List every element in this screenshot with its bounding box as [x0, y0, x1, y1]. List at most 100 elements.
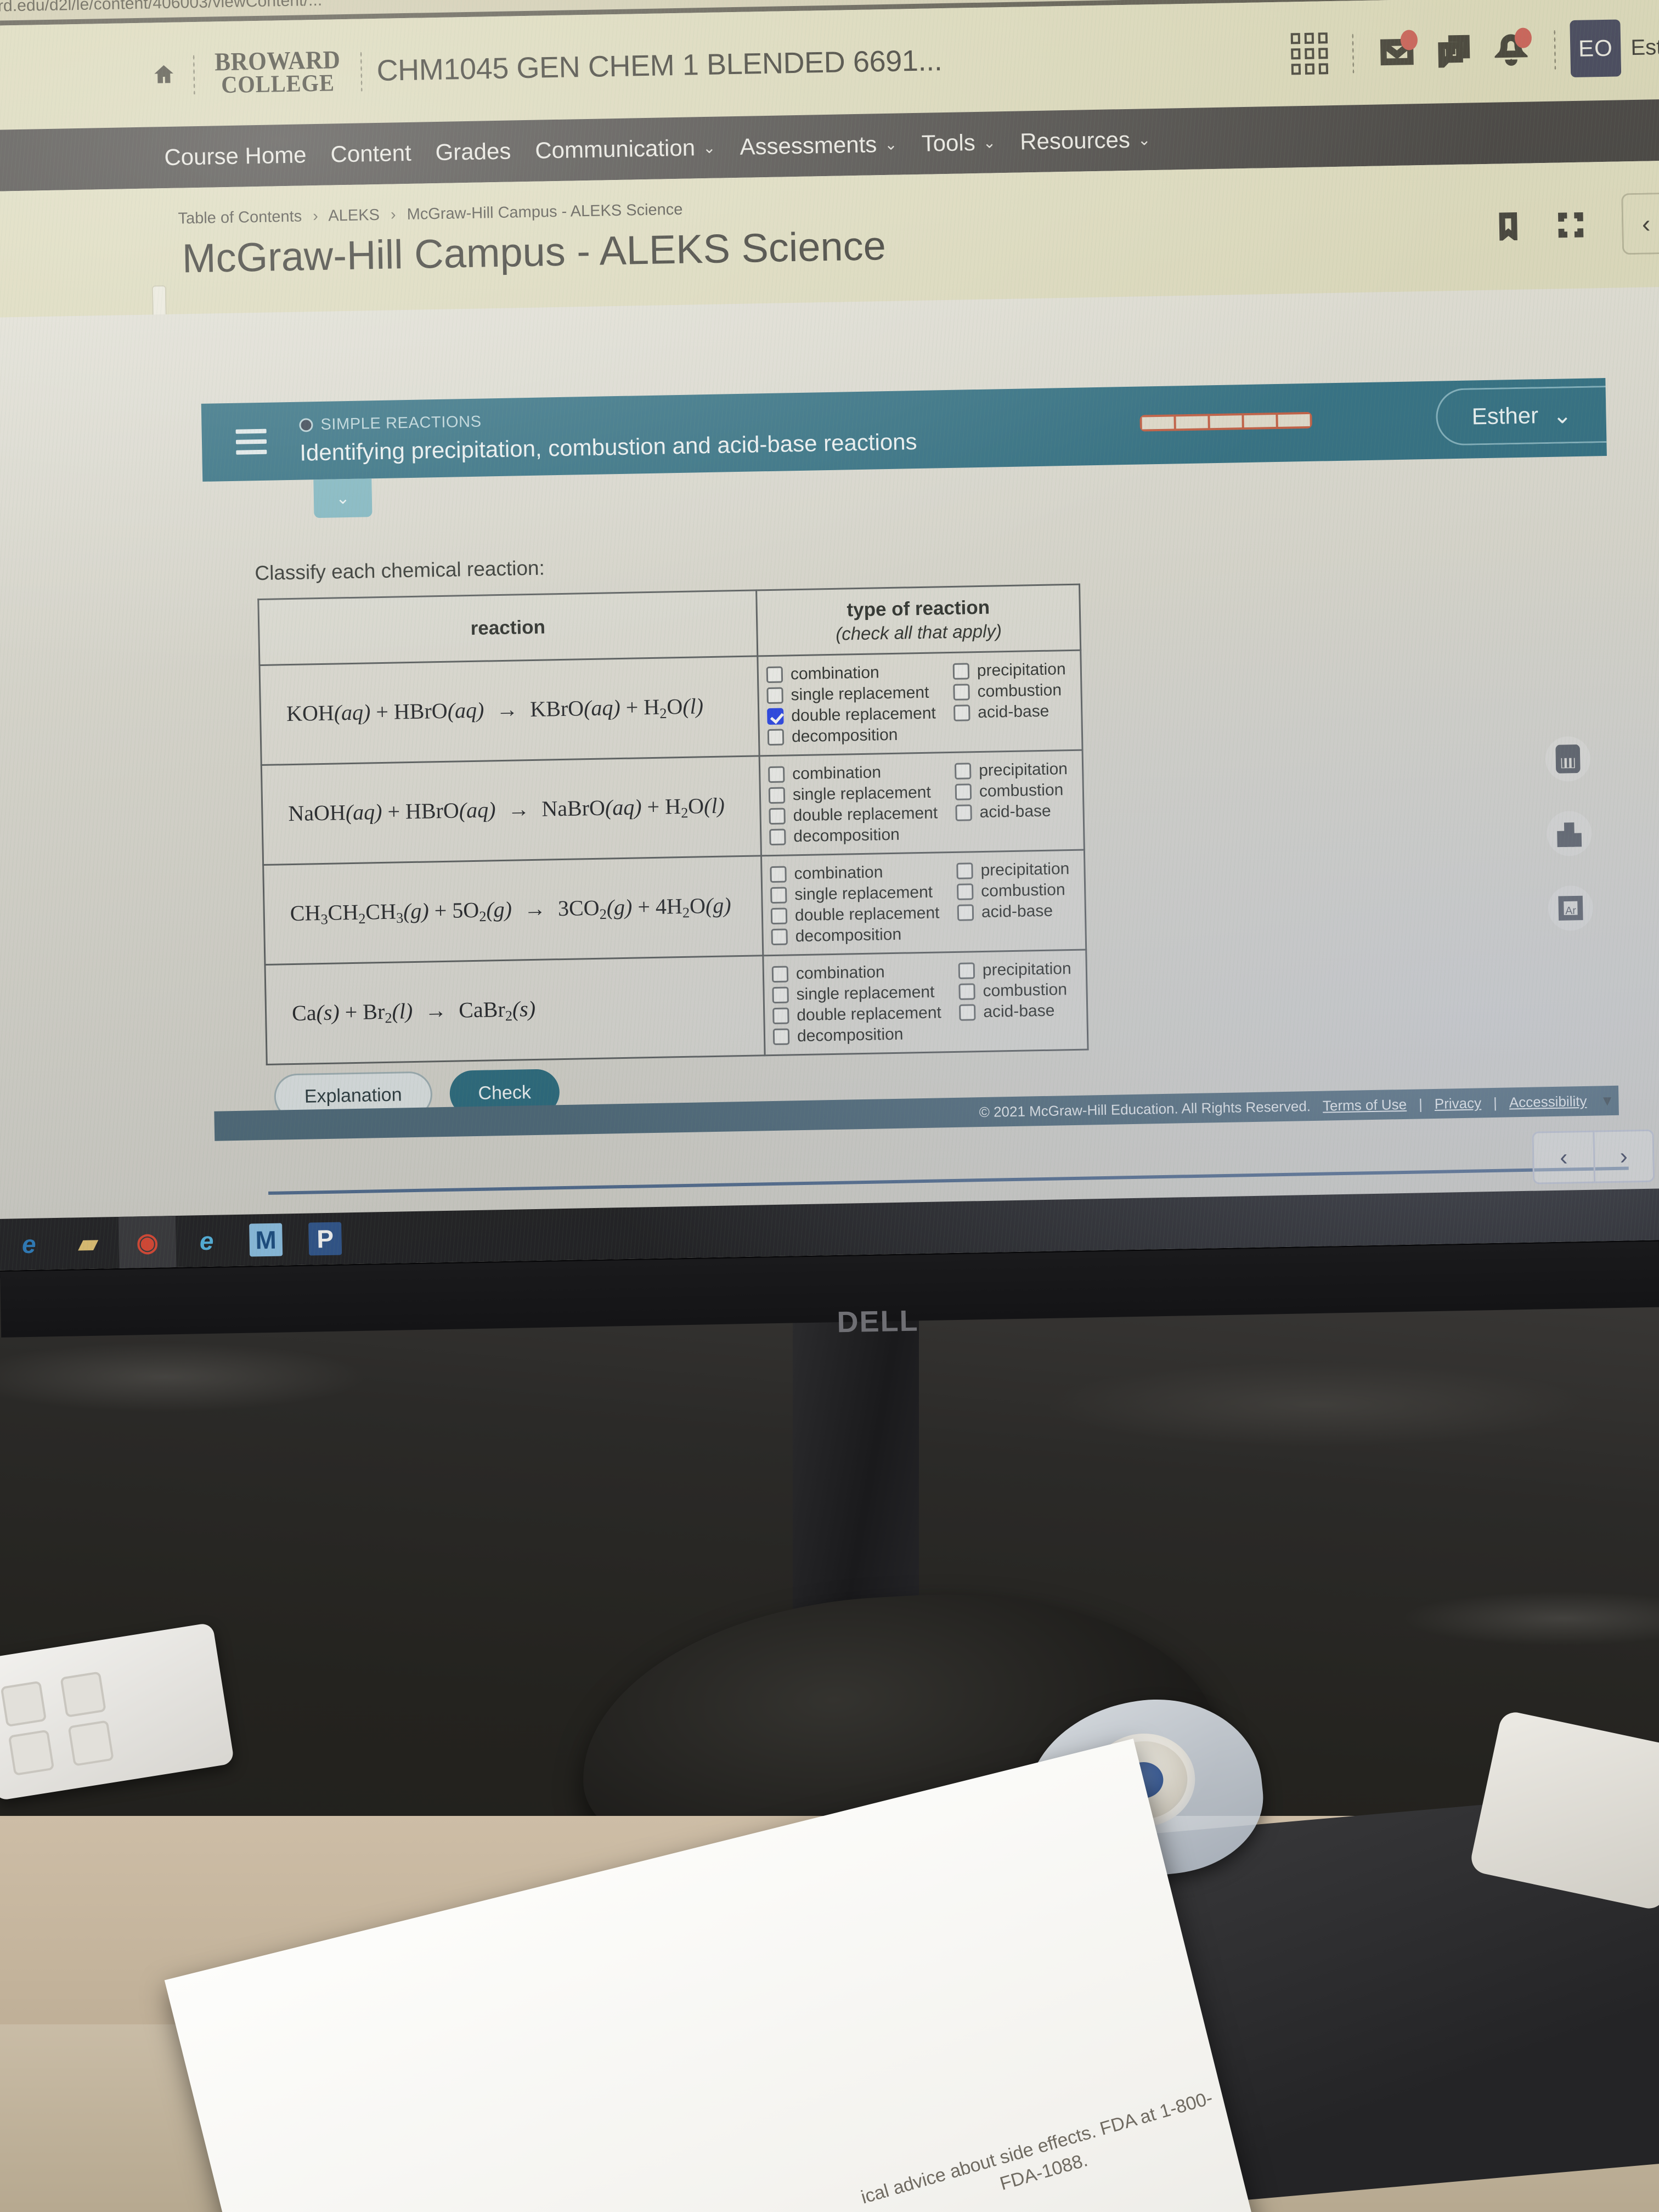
- checkbox-single-replacement[interactable]: [766, 687, 783, 704]
- checkbox-double-replacement[interactable]: [772, 1007, 789, 1024]
- nav-grades[interactable]: Grades: [435, 138, 511, 166]
- checkbox-option-decomposition-row1[interactable]: decomposition: [767, 724, 955, 746]
- bar-chart-icon[interactable]: [1546, 810, 1593, 857]
- expand-toggle-icon[interactable]: ⌄: [313, 478, 373, 518]
- checkbox-acid-base[interactable]: [959, 1003, 976, 1021]
- publisher-app-icon[interactable]: P: [296, 1212, 354, 1265]
- checkbox-double-replacement[interactable]: [767, 708, 784, 725]
- nav-assessments[interactable]: Assessments ⌄: [740, 131, 898, 160]
- nav-tools[interactable]: Tools ⌄: [921, 129, 996, 156]
- aleks-user-menu[interactable]: Esther ⌄: [1435, 386, 1607, 446]
- checkbox-option-combustion-row3[interactable]: combustion: [956, 880, 1078, 901]
- checkbox-single-replacement[interactable]: [770, 887, 787, 904]
- next-page-button[interactable]: ›: [1593, 1131, 1654, 1182]
- checkbox-single-replacement[interactable]: [768, 787, 786, 804]
- checkbox-option-single-replacement-row4[interactable]: single replacement: [772, 982, 959, 1004]
- checkbox-combination[interactable]: [768, 766, 785, 783]
- email-icon[interactable]: [1368, 23, 1426, 81]
- nav-label: Assessments: [740, 131, 877, 160]
- checkbox-combustion[interactable]: [956, 883, 974, 900]
- checkbox-option-single-replacement-row1[interactable]: single replacement: [766, 682, 953, 704]
- checkbox-option-combination-row4[interactable]: combination: [771, 961, 959, 983]
- waffle-grid-icon[interactable]: [1280, 25, 1339, 83]
- nav-course-home[interactable]: Course Home: [164, 142, 307, 171]
- checkbox-option-acid-base-row2[interactable]: acid-base: [955, 801, 1076, 822]
- checkbox-option-precipitation-row4[interactable]: precipitation: [958, 959, 1080, 980]
- checkbox-option-acid-base-row4[interactable]: acid-base: [959, 1001, 1080, 1022]
- breadcrumb-item-toc[interactable]: Table of Contents: [178, 208, 302, 228]
- checkbox-precipitation[interactable]: [954, 762, 972, 780]
- collapse-panel-icon[interactable]: ‹: [1621, 192, 1659, 255]
- edge-legacy-icon[interactable]: e: [0, 1218, 58, 1271]
- periodic-table-icon[interactable]: Ar: [1548, 885, 1594, 932]
- terms-of-use-link[interactable]: Terms of Use: [1323, 1096, 1407, 1114]
- checkbox-decomposition[interactable]: [772, 1028, 790, 1045]
- checkbox-double-replacement[interactable]: [769, 808, 786, 825]
- breadcrumb-item-aleks[interactable]: ALEKS: [328, 206, 380, 225]
- checkbox-decomposition[interactable]: [769, 828, 786, 845]
- checkbox-label: precipitation: [978, 759, 1068, 780]
- checkbox-option-combustion-row1[interactable]: combustion: [953, 680, 1074, 701]
- avatar[interactable]: EO: [1570, 19, 1622, 78]
- internet-explorer-icon[interactable]: e: [178, 1215, 236, 1267]
- checkbox-option-decomposition-row2[interactable]: decomposition: [769, 824, 956, 846]
- file-explorer-icon[interactable]: ▰: [59, 1217, 117, 1269]
- mcgraw-hill-app-icon[interactable]: M: [237, 1214, 295, 1266]
- bookmark-icon[interactable]: [1489, 207, 1528, 246]
- accessibility-link[interactable]: Accessibility: [1509, 1092, 1587, 1111]
- checkbox-combination[interactable]: [770, 866, 787, 883]
- checkbox-option-decomposition-row3[interactable]: decomposition: [771, 924, 958, 946]
- fullscreen-icon[interactable]: [1551, 205, 1590, 244]
- checkbox-option-combustion-row2[interactable]: combustion: [955, 780, 1076, 801]
- checkbox-acid-base[interactable]: [953, 704, 970, 721]
- breadcrumb-item-current[interactable]: McGraw-Hill Campus - ALEKS Science: [407, 201, 682, 223]
- notifications-icon[interactable]: [1482, 21, 1541, 79]
- checkbox-option-double-replacement-row4[interactable]: double replacement: [772, 1003, 960, 1025]
- nav-content[interactable]: Content: [330, 140, 411, 168]
- calculator-icon[interactable]: [1545, 736, 1591, 782]
- checkbox-option-combination-row3[interactable]: combination: [770, 861, 957, 883]
- checkbox-option-single-replacement-row3[interactable]: single replacement: [770, 882, 957, 904]
- checkbox-decomposition[interactable]: [771, 928, 788, 945]
- user-name[interactable]: Est: [1630, 35, 1659, 60]
- course-title[interactable]: CHM1045 GEN CHEM 1 BLENDED 6691...: [376, 43, 943, 88]
- checkbox-option-precipitation-row2[interactable]: precipitation: [954, 759, 1076, 780]
- previous-page-button[interactable]: ‹: [1533, 1132, 1594, 1183]
- checkbox-option-decomposition-row4[interactable]: decomposition: [772, 1024, 960, 1046]
- checkbox-combustion[interactable]: [958, 983, 975, 1000]
- checkbox-option-combustion-row4[interactable]: combustion: [958, 980, 1080, 1001]
- checkbox-combination[interactable]: [766, 666, 783, 683]
- subscriptions-icon[interactable]: [1425, 22, 1483, 80]
- chrome-icon[interactable]: ◉: [118, 1216, 177, 1268]
- nav-communication[interactable]: Communication ⌄: [535, 134, 716, 164]
- checkbox-option-precipitation-row3[interactable]: precipitation: [956, 859, 1077, 880]
- checkbox-option-single-replacement-row2[interactable]: single replacement: [768, 782, 956, 804]
- checkbox-combination[interactable]: [771, 965, 789, 983]
- checkbox-decomposition[interactable]: [767, 729, 785, 746]
- checkbox-option-acid-base-row1[interactable]: acid-base: [953, 701, 1075, 722]
- checkbox-label: double replacement: [793, 803, 938, 825]
- checkbox-option-combination-row2[interactable]: combination: [768, 761, 955, 783]
- checkbox-double-replacement[interactable]: [770, 907, 788, 924]
- checkbox-acid-base[interactable]: [955, 804, 972, 821]
- checkbox-option-double-replacement-row2[interactable]: double replacement: [769, 803, 956, 825]
- broward-college-logo[interactable]: BROWARD COLLEGE: [215, 46, 341, 98]
- checkbox-option-combination-row1[interactable]: combination: [766, 662, 953, 684]
- checkbox-combustion[interactable]: [953, 683, 970, 701]
- checkbox-precipitation[interactable]: [956, 862, 973, 879]
- menu-icon[interactable]: [235, 428, 267, 455]
- checkbox-precipitation[interactable]: [958, 962, 975, 979]
- home-icon[interactable]: [149, 60, 179, 90]
- topic-status-icon: [299, 417, 313, 432]
- checkbox-option-acid-base-row3[interactable]: acid-base: [957, 901, 1079, 922]
- checkbox-single-replacement[interactable]: [772, 986, 789, 1003]
- privacy-link[interactable]: Privacy: [1435, 1094, 1482, 1113]
- footer-caret-icon[interactable]: ▼: [1600, 1092, 1614, 1109]
- checkbox-precipitation[interactable]: [952, 662, 970, 680]
- checkbox-option-precipitation-row1[interactable]: precipitation: [952, 659, 1074, 680]
- checkbox-combustion[interactable]: [955, 783, 972, 800]
- checkbox-option-double-replacement-row1[interactable]: double replacement: [767, 703, 954, 725]
- nav-resources[interactable]: Resources ⌄: [1020, 126, 1151, 155]
- checkbox-acid-base[interactable]: [957, 904, 974, 921]
- checkbox-option-double-replacement-row3[interactable]: double replacement: [770, 903, 958, 925]
